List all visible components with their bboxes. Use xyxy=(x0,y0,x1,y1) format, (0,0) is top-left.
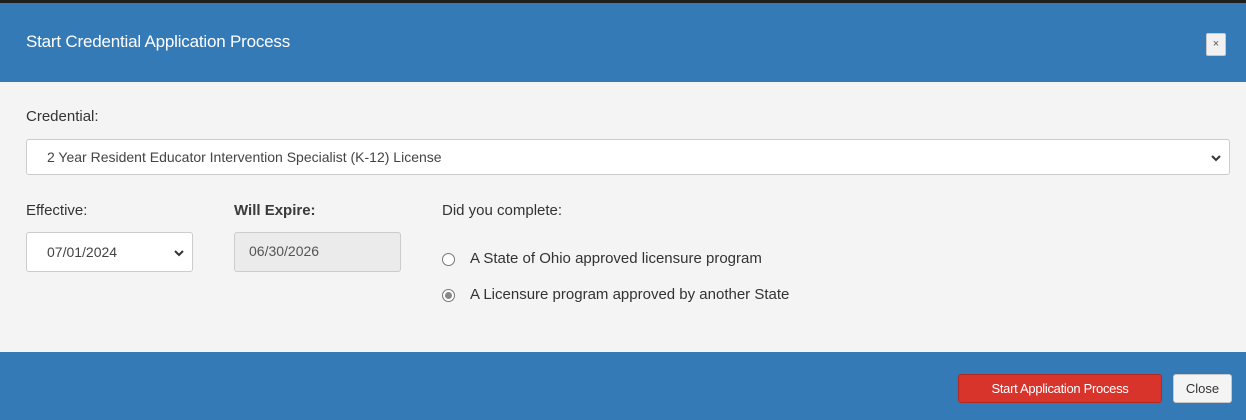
question-label: Did you complete: xyxy=(442,202,563,219)
close-icon[interactable]: × xyxy=(1206,33,1226,56)
credential-select[interactable]: 2 Year Resident Educator Intervention Sp… xyxy=(26,139,1230,175)
modal-body: Credential: 2 Year Resident Educator Int… xyxy=(0,82,1246,352)
credential-modal: Start Credential Application Process × C… xyxy=(0,0,1246,420)
start-application-button[interactable]: Start Application Process xyxy=(958,374,1162,403)
modal-footer: Start Application Process Close xyxy=(0,352,1246,420)
effective-select[interactable]: 07/01/2024 xyxy=(26,232,193,272)
effective-label: Effective: xyxy=(26,202,88,219)
expire-value: 06/30/2026 xyxy=(249,243,320,259)
modal-header: Start Credential Application Process × xyxy=(0,3,1246,82)
radio-option-label: A State of Ohio approved licensure progr… xyxy=(470,250,762,267)
expire-field: 06/30/2026 xyxy=(234,232,401,272)
modal-title: Start Credential Application Process xyxy=(26,32,290,51)
credential-label: Credential: xyxy=(26,108,99,125)
expire-label: Will Expire: xyxy=(234,202,316,219)
effective-value: 07/01/2024 xyxy=(47,244,118,260)
credential-value: 2 Year Resident Educator Intervention Sp… xyxy=(47,149,442,165)
radio-option-label: A Licensure program approved by another … xyxy=(470,286,790,303)
radio-icon[interactable] xyxy=(442,253,455,266)
chevron-down-icon xyxy=(174,250,184,257)
close-button[interactable]: Close xyxy=(1173,374,1232,403)
chevron-down-icon xyxy=(1211,155,1221,162)
radio-icon[interactable] xyxy=(442,289,455,302)
